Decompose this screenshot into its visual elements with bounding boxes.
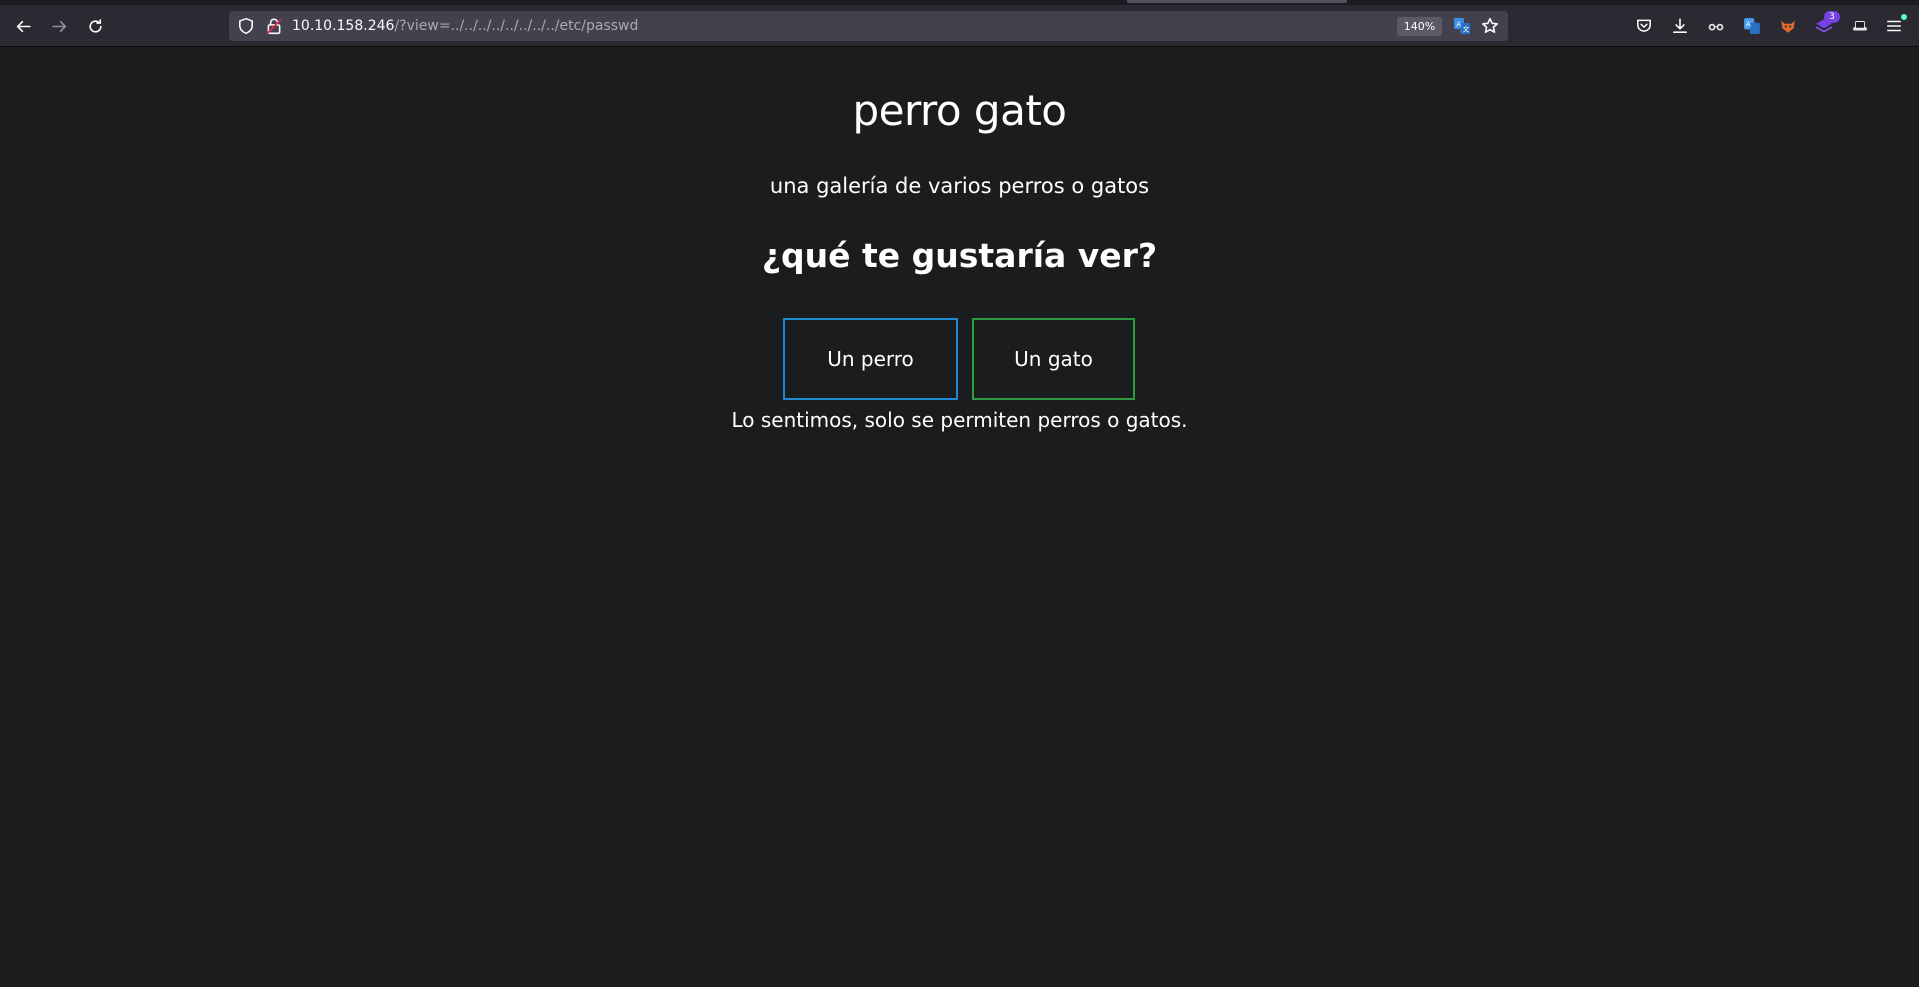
site-subtitle: una galería de varios perros o gatos [769, 174, 1150, 198]
svg-text:A: A [1746, 20, 1751, 29]
url-bar[interactable]: 10.10.158.246/?view=../../../../../../..… [229, 11, 1508, 41]
reload-icon [88, 18, 102, 33]
download-icon [1673, 18, 1687, 33]
translate-icon[interactable]: A文 [1453, 17, 1471, 35]
glasses-icon [1708, 23, 1724, 31]
cat-button[interactable]: Un gato [972, 318, 1135, 400]
pocket-button[interactable] [1634, 16, 1654, 36]
forward-button[interactable] [44, 11, 74, 41]
back-button[interactable] [8, 11, 38, 41]
svg-text:文: 文 [1463, 25, 1470, 34]
translate-extension-icon: A [1744, 18, 1760, 34]
extension-button-2[interactable]: A [1742, 16, 1762, 36]
question-heading: ¿qué te gustaría ver? [761, 236, 1158, 275]
url-text[interactable]: 10.10.158.246/?view=../../../../../../..… [292, 17, 638, 35]
url-path: /?view=../../../../../../../../etc/passw… [394, 18, 639, 34]
reload-button[interactable] [80, 11, 110, 41]
insecure-lock-icon[interactable] [265, 17, 283, 35]
hat-icon [1853, 21, 1867, 31]
tracking-protection-shield-icon[interactable] [237, 17, 255, 35]
active-tab[interactable] [1127, 0, 1347, 3]
fox-icon [1781, 20, 1795, 33]
extension-button-1[interactable] [1706, 16, 1726, 36]
app-menu-button[interactable] [1884, 14, 1907, 36]
extension-button-3[interactable] [1778, 16, 1798, 36]
downloads-button[interactable] [1670, 16, 1690, 36]
url-host: 10.10.158.246 [292, 18, 395, 34]
result-message: Lo sentimos, solo se permiten perros o g… [731, 408, 1188, 432]
dog-button[interactable]: Un perro [783, 318, 958, 400]
site-title: perro gato [852, 86, 1067, 135]
svg-text:A: A [1456, 21, 1461, 29]
page-content: perro gato una galería de varios perros … [0, 48, 1919, 987]
browser-toolbar: 10.10.158.246/?view=../../../../../../..… [0, 5, 1919, 47]
update-dot [1901, 14, 1907, 20]
arrow-right-icon [51, 20, 66, 32]
hamburger-menu-icon [1887, 20, 1901, 32]
arrow-left-icon [16, 20, 31, 32]
zoom-indicator[interactable]: 140% [1397, 17, 1442, 36]
pocket-icon [1637, 19, 1651, 32]
bookmark-star-icon[interactable] [1481, 17, 1499, 35]
extension-button-4[interactable]: 3 [1814, 11, 1840, 36]
extension-badge: 3 [1824, 11, 1840, 23]
extension-button-5[interactable] [1850, 16, 1870, 36]
